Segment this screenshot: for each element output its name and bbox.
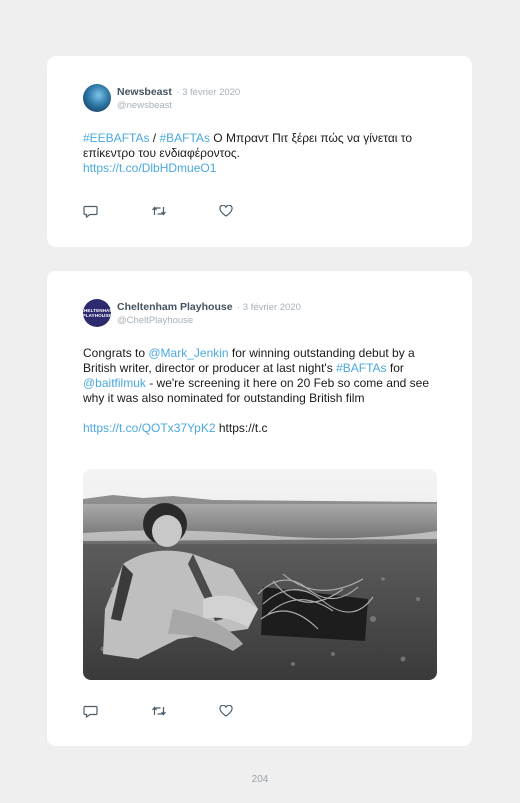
tweet-url-tail: https://t.c xyxy=(215,421,268,435)
tweet-text: Congrats to @Mark_Jenkin for winning out… xyxy=(83,346,443,436)
tweet-card: Newsbeast · 3 février 2020 @newsbeast #E… xyxy=(47,56,472,247)
page-number: 204 xyxy=(251,774,269,785)
tweet-url-link[interactable]: https://t.co/DlbHDmueO1 xyxy=(83,161,216,175)
tweet-actions xyxy=(83,204,287,218)
tweet-date[interactable]: · 3 février 2020 xyxy=(237,302,301,313)
hashtag-link[interactable]: #BAFTAs xyxy=(336,361,386,375)
avatar-logo-text: CHELTENHAM PLAYHOUSE xyxy=(83,308,111,318)
author-name[interactable]: Newsbeast xyxy=(117,86,172,98)
author-handle[interactable]: @newsbeast xyxy=(117,99,240,112)
reply-icon[interactable] xyxy=(83,204,151,218)
author-name[interactable]: Cheltenham Playhouse xyxy=(117,301,233,313)
tweet-text-part: / xyxy=(149,131,160,145)
beach-photo-image xyxy=(83,469,437,680)
hashtag-link[interactable]: #EEBAFTAs xyxy=(83,131,149,145)
tweet-text: #EEBAFTAs / #BAFTAs Ο Μπραντ Πιτ ξέρει π… xyxy=(83,131,443,176)
tweet-url-link[interactable]: https://t.co/QOTx37YpK2 xyxy=(83,421,216,435)
tweet-photo[interactable] xyxy=(83,469,437,680)
tweet-actions xyxy=(83,704,287,718)
tweet-date[interactable]: · 3 février 2020 xyxy=(176,87,240,98)
retweet-icon[interactable] xyxy=(151,704,219,718)
like-icon[interactable] xyxy=(219,704,287,718)
tweet-card: CHELTENHAM PLAYHOUSE Cheltenham Playhous… xyxy=(47,271,472,746)
reply-icon[interactable] xyxy=(83,704,151,718)
avatar[interactable] xyxy=(83,84,111,112)
author-handle[interactable]: @CheltPlayhouse xyxy=(117,314,301,327)
retweet-icon[interactable] xyxy=(151,204,219,218)
like-icon[interactable] xyxy=(219,204,287,218)
mention-link[interactable]: @baitfilmuk xyxy=(83,376,146,390)
tweet-header: Newsbeast · 3 février 2020 @newsbeast xyxy=(83,84,240,112)
tweet-text-part: for xyxy=(386,361,404,375)
mention-link[interactable]: @Mark_Jenkin xyxy=(148,346,228,360)
avatar[interactable]: CHELTENHAM PLAYHOUSE xyxy=(83,299,111,327)
hashtag-link[interactable]: #BAFTAs xyxy=(159,131,209,145)
tweet-text-part: Congrats to xyxy=(83,346,149,360)
tweet-header: CHELTENHAM PLAYHOUSE Cheltenham Playhous… xyxy=(83,299,301,327)
